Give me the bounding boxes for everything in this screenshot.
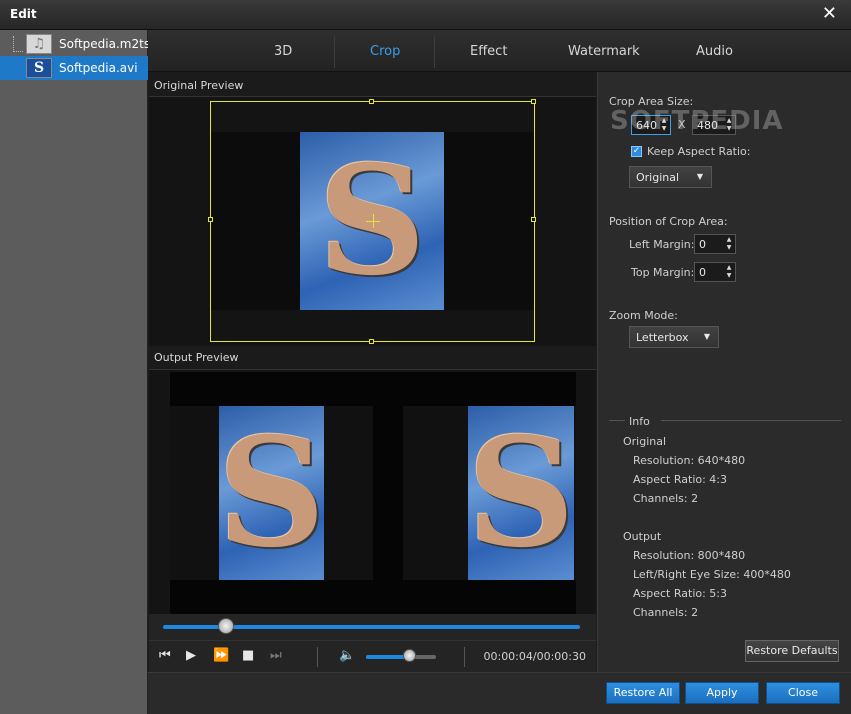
volume-handle[interactable]	[403, 649, 417, 662]
volume-icon[interactable]: 🔈	[339, 649, 355, 663]
original-preview-label: Original Preview	[154, 79, 244, 92]
right-eye-view: S	[403, 406, 576, 580]
play-icon[interactable]: ▶	[186, 649, 196, 663]
crop-handle-left[interactable]	[208, 217, 213, 222]
stepper-arrows-icon[interactable]: ▲ ▼	[725, 264, 733, 280]
separator	[464, 647, 465, 667]
next-frame-icon[interactable]: ⏭	[270, 649, 282, 663]
output-video-frame: S S	[170, 372, 576, 615]
info-original-resolution: Resolution: 640*480	[633, 454, 746, 467]
info-output-channels: Channels: 2	[633, 606, 699, 619]
left-eye-view: S	[170, 406, 373, 580]
top-margin-label: Top Margin:	[631, 266, 695, 279]
keep-aspect-label: Keep Aspect Ratio:	[647, 145, 751, 158]
right-eye-image: S	[468, 406, 574, 580]
stop-icon[interactable]: ■	[242, 649, 254, 663]
time-display: 00:00:04/00:00:30	[483, 650, 586, 663]
softpedia-s-icon: S	[26, 58, 52, 78]
tree-connector	[13, 36, 23, 52]
tab-effect[interactable]: Effect	[470, 44, 507, 59]
tab-bar: 3D Crop Effect Watermark Audio	[148, 30, 851, 72]
close-icon[interactable]: ✕	[822, 4, 837, 24]
title-bar: Edit ✕	[0, 0, 851, 30]
left-margin-value: 0	[699, 238, 706, 251]
crop-position-label: Position of Crop Area:	[609, 215, 728, 228]
file-list: ♫ Softpedia.m2ts S Softpedia.avi	[0, 30, 151, 714]
action-bar: Restore All Apply Close	[148, 672, 851, 714]
tab-divider	[434, 36, 435, 68]
info-output-eye-size: Left/Right Eye Size: 400*480	[633, 568, 791, 581]
zoom-mode-dropdown[interactable]: Letterbox ▼	[629, 326, 719, 348]
info-output-header: Output	[623, 530, 662, 543]
file-item-avi[interactable]: S Softpedia.avi	[0, 56, 148, 80]
zoom-mode-label: Zoom Mode:	[609, 309, 678, 322]
crop-handle-top-right[interactable]	[531, 99, 536, 104]
aspect-ratio-value: Original	[636, 171, 680, 184]
info-original-aspect: Aspect Ratio: 4:3	[633, 473, 728, 486]
preview-glyph: S	[468, 406, 574, 580]
tab-watermark[interactable]: Watermark	[568, 44, 640, 59]
output-preview-label: Output Preview	[154, 351, 239, 364]
separator	[317, 647, 318, 667]
chevron-down-icon: ▼	[703, 332, 710, 341]
stepper-arrows-icon[interactable]: ▲ ▼	[725, 236, 733, 252]
tab-audio[interactable]: Audio	[696, 44, 733, 59]
file-name: Softpedia.m2ts	[59, 37, 151, 51]
zoom-mode-value: Letterbox	[636, 331, 689, 344]
preview-glyph: S	[219, 406, 324, 580]
left-eye-image: S	[219, 406, 324, 580]
output-preview: S S	[149, 369, 596, 615]
restore-defaults-button[interactable]: Restore Defaults	[745, 640, 839, 662]
crop-handle-right[interactable]	[531, 217, 536, 222]
file-item-m2ts[interactable]: ♫ Softpedia.m2ts	[0, 32, 151, 56]
softpedia-watermark: SOFTPEDIA	[610, 106, 784, 136]
close-button[interactable]: Close	[766, 682, 840, 704]
chevron-down-icon: ▼	[696, 172, 703, 181]
info-header: Info	[629, 415, 650, 428]
tab-3d[interactable]: 3D	[274, 44, 292, 59]
top-margin-value: 0	[699, 266, 706, 279]
restore-all-button[interactable]: Restore All	[606, 682, 680, 704]
music-note-icon: ♫	[26, 34, 52, 54]
file-name: Softpedia.avi	[59, 61, 138, 75]
tab-divider	[334, 36, 335, 68]
crop-settings-panel: Crop Area Size: 640 ▲ ▼ X 480 ▲ ▼ SOFTPEDI…	[597, 72, 851, 672]
left-margin-label: Left Margin:	[629, 238, 695, 251]
crop-center-icon-v	[373, 214, 374, 228]
seek-handle[interactable]	[217, 618, 234, 634]
keep-aspect-checkbox[interactable]: ✓	[631, 146, 642, 157]
aspect-ratio-dropdown[interactable]: Original ▼	[629, 166, 712, 188]
crop-handle-bottom[interactable]	[369, 339, 374, 344]
info-group-border	[609, 420, 625, 421]
info-group-border	[661, 420, 841, 421]
tab-crop[interactable]: Crop	[370, 44, 400, 59]
left-margin-stepper[interactable]: 0 ▲ ▼	[694, 234, 736, 254]
info-output-aspect: Aspect Ratio: 5:3	[633, 587, 728, 600]
previous-icon[interactable]: ⏮	[159, 649, 171, 663]
top-margin-stepper[interactable]: 0 ▲ ▼	[694, 262, 736, 282]
info-original-header: Original	[623, 435, 667, 448]
window-title: Edit	[10, 7, 37, 21]
original-preview: S	[149, 96, 596, 346]
playback-controls: ⏮ ▶ ⏩ ■ ⏭ 🔈 00:00:04/00:00:30	[149, 640, 596, 672]
info-original-channels: Channels: 2	[633, 492, 699, 505]
crop-handle-top[interactable]	[369, 99, 374, 104]
info-output-resolution: Resolution: 800*480	[633, 549, 746, 562]
apply-button[interactable]: Apply	[685, 682, 759, 704]
fast-forward-icon[interactable]: ⏩	[213, 649, 229, 663]
seek-bar[interactable]	[149, 614, 596, 640]
